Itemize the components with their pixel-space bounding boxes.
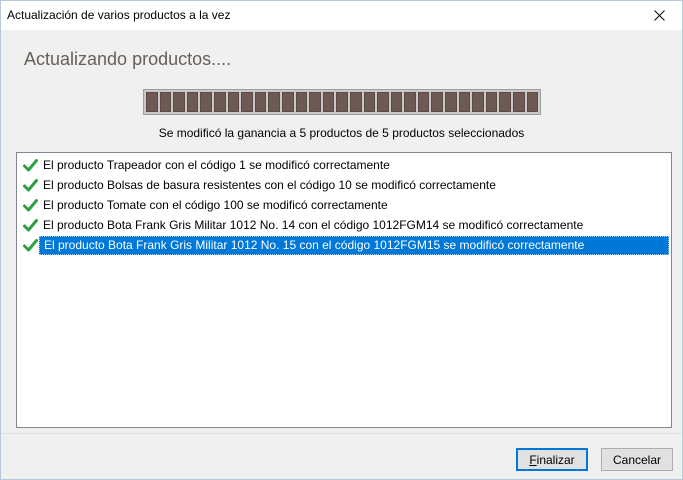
finalizar-button[interactable]: Finalizar [516, 448, 588, 471]
dialog-content: Actualizando productos.... Se modificó l… [1, 30, 682, 433]
page-title: Actualizando productos.... [24, 49, 232, 69]
progress-segment [445, 92, 457, 112]
dialog-window: Actualización de varios productos a la v… [0, 0, 683, 480]
list-item[interactable]: El producto Tomate con el código 100 se … [21, 196, 669, 215]
list-item[interactable]: El producto Bota Frank Gris Militar 1012… [21, 216, 669, 235]
progress-segment [363, 92, 376, 112]
button-bar: Finalizar Cancelar [1, 433, 682, 479]
check-icon [21, 156, 39, 175]
progress-segment [349, 92, 362, 112]
check-icon [21, 196, 39, 215]
window-title: Actualización de varios productos a la v… [7, 8, 231, 22]
check-icon [21, 216, 39, 235]
progress-segment [499, 92, 512, 112]
progress-segment [295, 92, 308, 112]
progress-segment [213, 92, 226, 112]
progress-segment [458, 92, 471, 112]
close-icon [653, 10, 665, 21]
progress-bar [143, 89, 541, 115]
progress-segment [390, 92, 403, 112]
results-list[interactable]: El producto Trapeador con el código 1 se… [16, 152, 672, 428]
finalizar-access-key: F [529, 452, 537, 467]
list-item-label: El producto Trapeador con el código 1 se… [43, 158, 390, 172]
progress-segment [186, 92, 199, 112]
title-bar[interactable]: Actualización de varios productos a la v… [1, 1, 682, 30]
progress-segment [404, 92, 416, 112]
finalizar-label: inalizar [536, 452, 575, 467]
progress-segment [526, 92, 539, 112]
check-icon [21, 236, 39, 255]
list-item[interactable]: El producto Bota Frank Gris Militar 1012… [21, 236, 669, 255]
list-item[interactable]: El producto Trapeador con el código 1 se… [21, 156, 669, 175]
progress-segment [417, 92, 430, 112]
progress-segment [268, 92, 280, 112]
list-item-label: El producto Bolsas de basura resistentes… [43, 178, 496, 192]
list-item[interactable]: El producto Bolsas de basura resistentes… [21, 176, 669, 195]
progress-segment [281, 92, 294, 112]
progress-segment [431, 92, 444, 112]
list-item-label: El producto Bota Frank Gris Militar 1012… [39, 236, 669, 255]
progress-segment [200, 92, 212, 112]
list-item-label: El producto Bota Frank Gris Militar 1012… [43, 218, 584, 232]
progress-segment [227, 92, 240, 112]
cancelar-button[interactable]: Cancelar [601, 448, 673, 471]
progress-segment [513, 92, 525, 112]
progress-segment [472, 92, 484, 112]
summary-text: Se modificó la ganancia a 5 productos de… [158, 126, 525, 140]
progress-segment [146, 92, 158, 112]
progress-segment [309, 92, 321, 112]
progress-segment [241, 92, 253, 112]
progress-segment [254, 92, 267, 112]
check-icon [21, 176, 39, 195]
progress-segment [322, 92, 335, 112]
progress-segment [377, 92, 389, 112]
progress-segment [336, 92, 348, 112]
close-button[interactable] [636, 1, 682, 30]
progress-segment [485, 92, 498, 112]
list-item-label: El producto Tomate con el código 100 se … [43, 198, 388, 212]
progress-segment [173, 92, 185, 112]
progress-segment [159, 92, 172, 112]
